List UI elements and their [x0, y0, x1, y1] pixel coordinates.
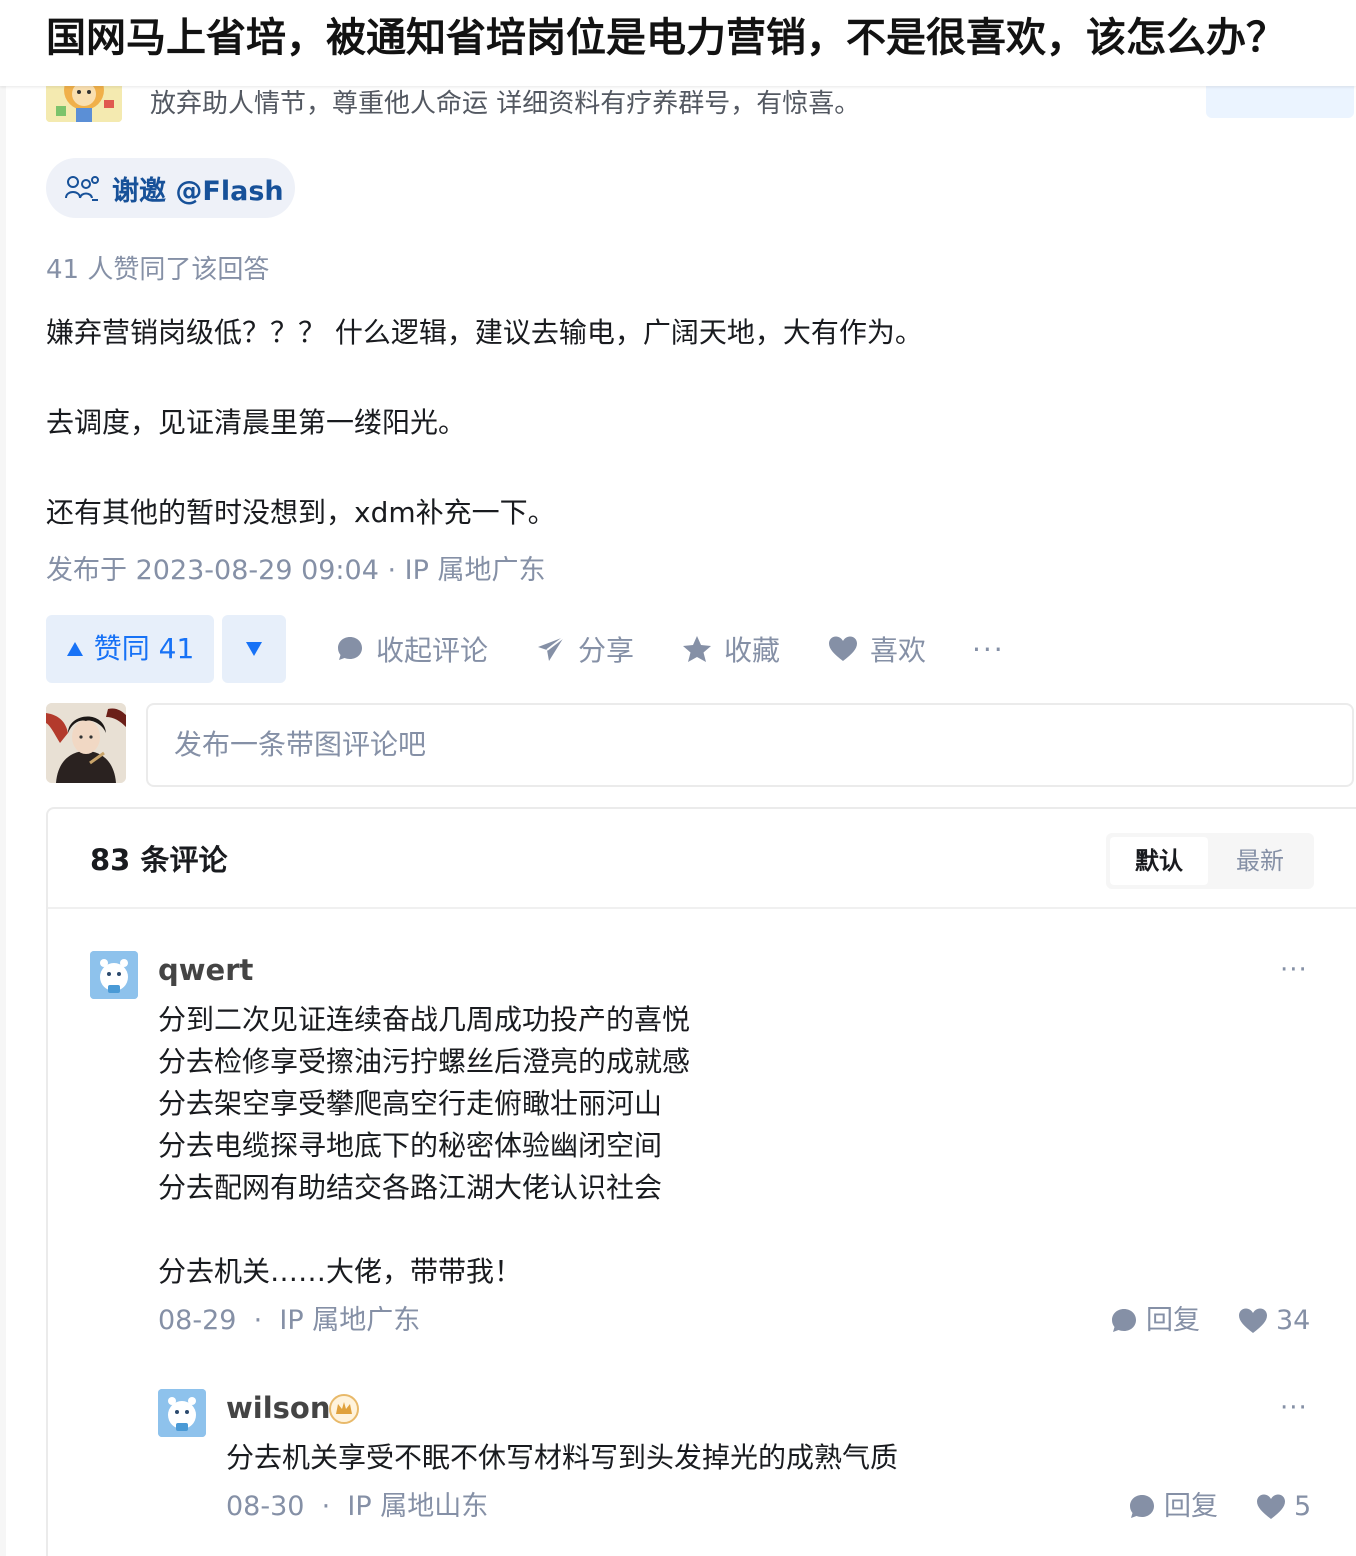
left-gutter [0, 0, 6, 1556]
answer-meta[interactable]: 发布于 2023-08-29 09:04 · IP 属地广东 [46, 552, 545, 590]
comment-line: 分去电缆探寻地底下的秘密体验幽闭空间 [158, 1129, 663, 1162]
comment-like-button[interactable]: 34 [1238, 1303, 1310, 1339]
reply-button[interactable]: 回复 [1110, 1303, 1200, 1339]
sort-newest-tab[interactable]: 最新 [1210, 837, 1310, 885]
heart-icon [1239, 1308, 1267, 1333]
upvote-button[interactable]: 赞同 41 [46, 615, 214, 683]
comment-bubble-icon [1112, 1309, 1136, 1332]
answer-page: 放弃助人情节，尊重他人命运 详细资料有疗养群号，有惊喜。 国网马上省培，被通知省… [0, 0, 1356, 1556]
like-button[interactable]: 喜欢 [828, 628, 926, 670]
comment-author[interactable]: wilson [226, 1389, 331, 1427]
comment-location: IP 属地广东 [279, 1305, 421, 1336]
collect-label: 收藏 [724, 634, 781, 667]
reply-label: 回复 [1146, 1305, 1200, 1336]
answer-paragraph: 还有其他的暂时没想到，xdm补充一下。 [46, 496, 556, 529]
downvote-button[interactable] [222, 615, 286, 683]
heart-icon [1257, 1494, 1285, 1519]
comment-more-button[interactable]: ··· [1280, 955, 1308, 985]
like-label: 喜欢 [870, 634, 927, 667]
comment-meta: 08-29 · IP 属地广东 [158, 1303, 420, 1339]
author-bio: 放弃助人情节，尊重他人命运 详细资料有疗养群号，有惊喜。 [150, 89, 861, 119]
reply-button[interactable]: 回复 [1128, 1489, 1218, 1525]
comment-input[interactable]: 发布一条带图评论吧 [146, 703, 1354, 787]
collapse-comments-button[interactable]: 收起评论 [336, 628, 488, 670]
sort-toggle: 默认 最新 [1106, 833, 1314, 889]
question-title[interactable]: 国网马上省培，被通知省培岗位是电力营销，不是很喜欢，该怎么办？ [46, 12, 1346, 64]
meta-separator: · [245, 1305, 280, 1336]
triangle-up-icon [66, 642, 83, 656]
answer-paragraph: 去调度，见证清晨里第一缕阳光。 [46, 406, 467, 439]
meta-separator: · [313, 1491, 348, 1522]
comment-avatar[interactable] [158, 1389, 206, 1437]
comment-author[interactable]: qwert [158, 951, 253, 989]
comment-like-count: 5 [1294, 1491, 1312, 1522]
crown-badge-icon [329, 1394, 359, 1424]
share-button[interactable]: 分享 [536, 628, 634, 670]
comment-line: 分到二次见证连续奋战几周成功投产的喜悦 [158, 1003, 691, 1036]
comment-like-count: 34 [1276, 1305, 1311, 1336]
comment-line: 分去检修享受擦油污拧螺丝后澄亮的成就感 [158, 1045, 691, 1078]
comments-count: 83 条评论 [90, 843, 228, 877]
collect-button[interactable]: 收藏 [682, 628, 780, 670]
paper-plane-icon [538, 636, 565, 661]
upvote-label: 赞同 41 [93, 632, 195, 665]
star-icon [683, 636, 711, 662]
sort-default-tab[interactable]: 默认 [1110, 837, 1208, 885]
answer-paragraph: 嫌弃营销岗级低？？？ 什么逻辑，建议去输电，广阔天地，大有作为。 [46, 316, 923, 349]
comment-date: 08-29 [158, 1305, 237, 1336]
comment-line: 分去机关享受不眠不休写材料写到头发掉光的成熟气质 [226, 1441, 899, 1474]
comment-date: 08-30 [226, 1491, 305, 1522]
comment-meta: 08-30 · IP 属地山东 [226, 1489, 488, 1525]
comment-line: 分去配网有助结交各路江湖大佬认识社会 [158, 1171, 663, 1204]
current-user-avatar [46, 703, 126, 783]
sticky-question-header: 国网马上省培，被通知省培岗位是电力营销，不是很喜欢，该怎么办？ [0, 0, 1356, 86]
invite-label: 谢邀 @Flash [112, 175, 284, 207]
author-avatar[interactable] [46, 80, 122, 122]
comment-like-button[interactable]: 5 [1256, 1489, 1311, 1525]
comments-action-label: 收起评论 [376, 634, 489, 667]
triangle-down-icon [246, 642, 262, 656]
comment-bubble-icon [1130, 1495, 1154, 1518]
more-actions-button[interactable]: ··· [972, 628, 1005, 670]
comments-header: 83 条评论 默认 最新 [48, 809, 1356, 909]
comment-location: IP 属地山东 [347, 1491, 489, 1522]
share-label: 分享 [578, 634, 635, 667]
comment-line: 分去架空享受攀爬高空行走俯瞰壮丽河山 [158, 1087, 663, 1120]
heart-icon [829, 636, 857, 661]
vote-summary: 41 人赞同了该回答 [46, 255, 270, 285]
comment-more-button[interactable]: ··· [1280, 1393, 1308, 1423]
invite-people-icon [65, 176, 99, 201]
invite-chip[interactable]: 谢邀 @Flash [46, 158, 295, 218]
reply-label: 回复 [1164, 1491, 1218, 1522]
comment-line: 分去机关……大佬，带带我！ [158, 1255, 523, 1288]
comment-bubble-icon [338, 637, 362, 660]
comments-panel: 83 条评论 默认 最新 qwert ··· 分到二次见证连续奋战几周成功投产的… [46, 807, 1356, 1556]
comment-avatar[interactable] [90, 951, 138, 999]
